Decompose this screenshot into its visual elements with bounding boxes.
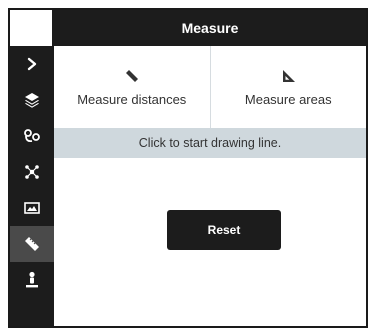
reset-button[interactable]: Reset xyxy=(167,210,281,250)
sidebar-item-routes[interactable] xyxy=(10,118,54,154)
tab-measure-areas[interactable]: Measure areas xyxy=(209,46,367,128)
sidebar-item-measure[interactable] xyxy=(10,226,54,262)
route-icon xyxy=(24,129,40,143)
measure-widget: Measure Measure distances Measure areas … xyxy=(8,8,368,328)
sidebar-item-location[interactable] xyxy=(10,262,54,298)
ruler-icon xyxy=(125,69,138,82)
layers-icon xyxy=(25,93,39,108)
sidebar-item-network[interactable] xyxy=(10,154,54,190)
map-image-icon xyxy=(24,202,40,214)
panel-header: Measure xyxy=(54,10,366,46)
status-text: Click to start drawing line. xyxy=(138,136,282,150)
sidebar-header-blank xyxy=(10,10,54,46)
status-message: Click to start drawing line. xyxy=(54,128,366,158)
sidebar-item-map-image[interactable] xyxy=(10,190,54,226)
measure-panel: Measure distances Measure areas Click to… xyxy=(54,46,366,326)
sidebar xyxy=(10,10,54,326)
person-pin-icon xyxy=(26,271,38,288)
tab-label: Measure distances xyxy=(77,91,187,107)
tab-measure-distances[interactable]: Measure distances xyxy=(54,46,210,128)
sidebar-item-expand[interactable] xyxy=(10,46,54,82)
chevron-right-icon xyxy=(27,57,37,71)
page-title: Measure xyxy=(181,20,239,36)
measure-tabs: Measure distances Measure areas xyxy=(54,46,366,128)
sidebar-item-layers[interactable] xyxy=(10,82,54,118)
network-icon xyxy=(25,165,39,179)
set-square-icon xyxy=(283,69,296,82)
ruler-icon xyxy=(25,237,39,251)
tab-label: Measure areas xyxy=(244,91,332,107)
